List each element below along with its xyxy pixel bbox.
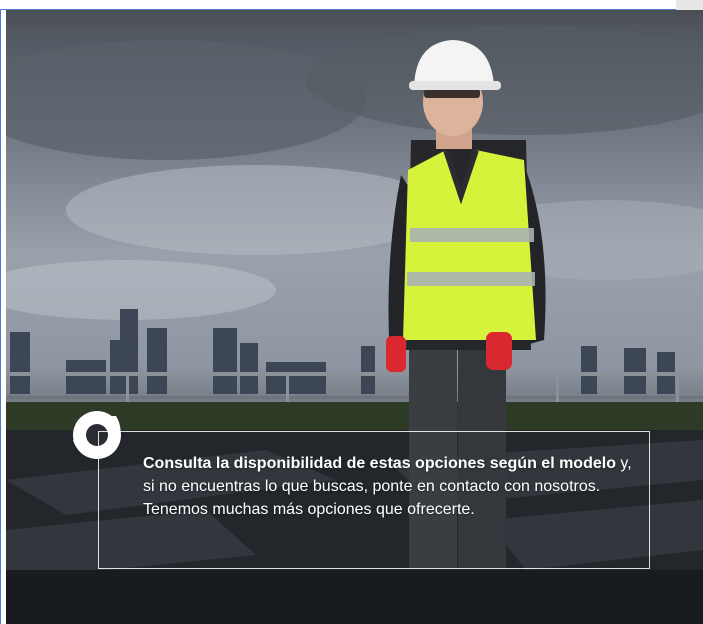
left-border [0,10,1,624]
hero-photo: Consulta la disponibilidad de estas opci… [6,10,703,624]
callout-text: Consulta la disponibilidad de estas opci… [143,452,643,521]
callout-bold-text: Consulta la disponibilidad de estas opci… [143,455,616,472]
info-callout: Consulta la disponibilidad de estas opci… [98,431,650,569]
scrollbar-corner [676,0,703,10]
